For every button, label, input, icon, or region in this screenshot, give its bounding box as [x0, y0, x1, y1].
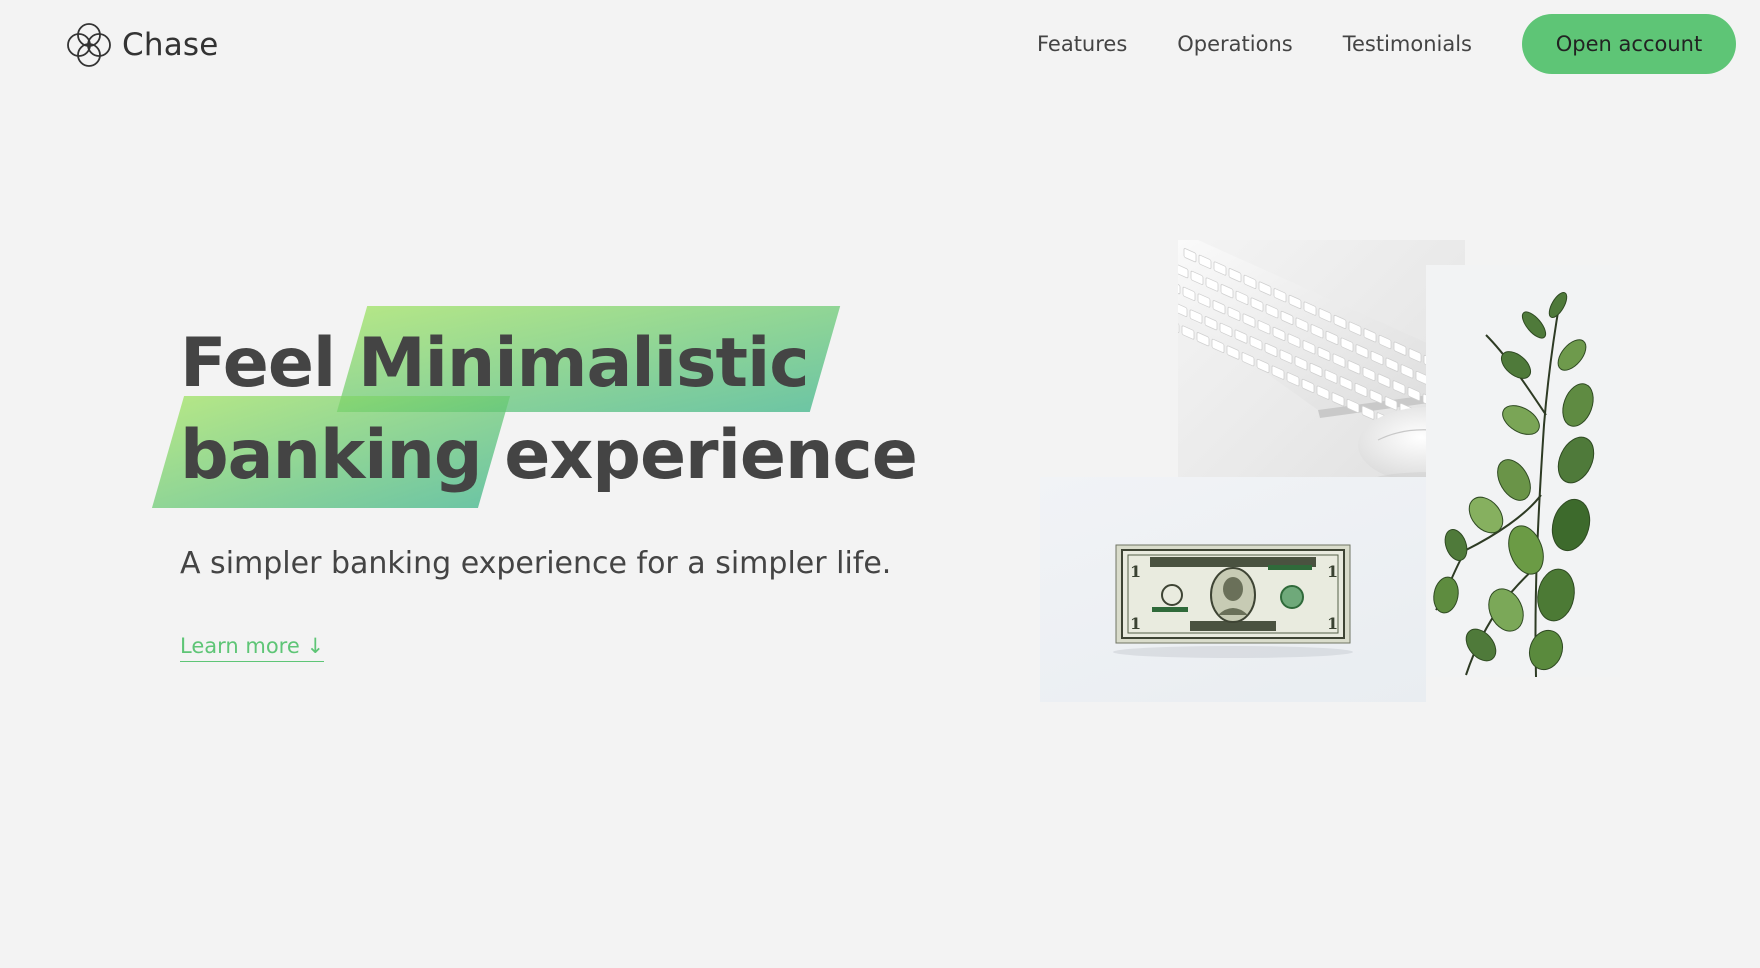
- nav-link-testimonials[interactable]: Testimonials: [1343, 32, 1472, 56]
- nav-link-operations[interactable]: Operations: [1177, 32, 1292, 56]
- svg-text:1: 1: [1130, 562, 1141, 581]
- svg-text:1: 1: [1327, 562, 1338, 581]
- hero-title-word-feel: Feel: [180, 324, 336, 403]
- hero-title-word-experience: experience: [504, 416, 918, 495]
- highlight-banking: banking: [151, 396, 510, 508]
- hero-title: Feel Minimalistic banking experience: [151, 306, 918, 508]
- logo-link[interactable]: Chase: [64, 20, 219, 70]
- nav-links: Features Operations Testimonials Open ac…: [1037, 14, 1760, 74]
- top-nav: Chase Features Operations Testimonials O…: [0, 0, 1760, 90]
- hero-title-word-minimalistic: Minimalistic: [357, 324, 810, 403]
- logo-text: Chase: [122, 27, 219, 63]
- one-dollar-bill-photo: 1 1 1 1: [1040, 477, 1426, 702]
- svg-text:1: 1: [1327, 614, 1338, 633]
- hero-subtitle: A simpler banking experience for a simpl…: [180, 546, 892, 581]
- highlight-minimalistic: Minimalistic: [336, 306, 840, 412]
- hero-image-collage: 1 1 1 1: [1040, 240, 1620, 702]
- hero-title-line-2: banking experience: [151, 396, 918, 508]
- keyboard-and-mouse-photo: [1178, 240, 1465, 510]
- logo-icon: [67, 23, 111, 67]
- eucalyptus-plant-photo: [1426, 265, 1620, 677]
- learn-more-link[interactable]: Learn more ↓: [180, 634, 325, 662]
- nav-link-features[interactable]: Features: [1037, 32, 1127, 56]
- hero-title-word-banking: banking: [180, 416, 483, 495]
- svg-text:1: 1: [1130, 614, 1141, 633]
- open-account-button[interactable]: Open account: [1522, 14, 1736, 74]
